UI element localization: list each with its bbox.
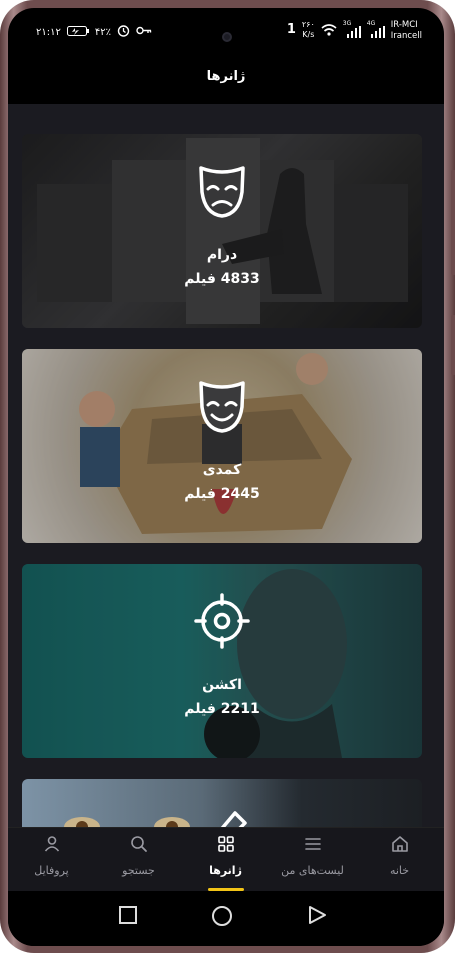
nav-label: پروفایل bbox=[34, 864, 69, 877]
genre-card-comedy[interactable]: کمدی 2445 فیلم bbox=[22, 349, 422, 543]
battery-percent: ۴۲٪ bbox=[94, 26, 111, 38]
nav-item-home[interactable]: خانه bbox=[356, 828, 443, 892]
genre-count: 4833 فیلم bbox=[184, 271, 260, 287]
net-speed-value: ۲۶۰ bbox=[301, 20, 315, 29]
genre-name: کمدی bbox=[202, 462, 242, 478]
genre-card-thriller[interactable] bbox=[22, 779, 422, 827]
bottom-navigation: پروفایل جستجو ژانرها لیست‌های من خانه bbox=[8, 827, 444, 891]
home-icon bbox=[391, 836, 408, 852]
signal-icon-2: 4G bbox=[367, 20, 385, 40]
nav-label: ژانرها bbox=[209, 864, 242, 877]
crosshair-icon bbox=[194, 593, 250, 649]
wifi-icon bbox=[321, 20, 337, 40]
alarm-icon bbox=[117, 24, 130, 40]
home-button-icon[interactable] bbox=[211, 905, 233, 927]
happy-mask-icon bbox=[199, 381, 245, 433]
volume-button bbox=[451, 170, 455, 275]
carrier-1: IR-MCI bbox=[390, 20, 418, 30]
nav-item-genres[interactable]: ژانرها bbox=[182, 828, 269, 892]
genre-name: اکشن bbox=[202, 677, 242, 693]
vibrate-icon: 1 bbox=[286, 22, 296, 37]
net-speed-unit: K/s bbox=[302, 30, 315, 39]
signal-icon: 3G bbox=[343, 20, 361, 40]
front-camera bbox=[222, 32, 232, 42]
genre-card-action[interactable]: اکشن 2211 فیلم bbox=[22, 564, 422, 758]
genre-count: 2211 فیلم bbox=[184, 701, 260, 717]
back-icon[interactable] bbox=[307, 905, 327, 925]
battery-icon bbox=[66, 25, 89, 39]
key-icon bbox=[136, 26, 152, 38]
carrier-2: Irancell bbox=[390, 31, 422, 41]
nav-label: لیست‌های من bbox=[281, 864, 344, 877]
genre-count: 2445 فیلم bbox=[184, 486, 260, 502]
sad-mask-icon bbox=[199, 166, 245, 218]
user-icon bbox=[44, 836, 59, 852]
power-button bbox=[451, 315, 455, 375]
genre-name: درام bbox=[206, 247, 238, 263]
status-bar: ۲۱:۱۲ ۴۲٪ 1 ۲۶۰ K/s 3G 4G IR-MCI Irancel… bbox=[8, 8, 444, 58]
nav-item-profile[interactable]: پروفایل bbox=[8, 828, 95, 892]
nav-label: جستجو bbox=[122, 864, 155, 877]
status-time: ۲۱:۱۲ bbox=[36, 26, 61, 38]
knife-icon bbox=[220, 811, 247, 827]
nav-item-search[interactable]: جستجو bbox=[95, 828, 182, 892]
nav-label: خانه bbox=[389, 864, 410, 877]
grid-icon bbox=[217, 836, 234, 852]
phone-frame: ۲۱:۱۲ ۴۲٪ 1 ۲۶۰ K/s 3G 4G IR-MCI Irancel… bbox=[0, 0, 455, 953]
list-icon bbox=[304, 838, 321, 850]
genre-card-drama[interactable]: درام 4833 فیلم bbox=[22, 134, 422, 328]
page-title: ژانرها bbox=[206, 69, 246, 84]
app-bar: ژانرها bbox=[8, 58, 444, 104]
recent-apps-icon[interactable] bbox=[118, 905, 138, 925]
nav-item-my-lists[interactable]: لیست‌های من bbox=[269, 828, 356, 892]
screen: ۲۱:۱۲ ۴۲٪ 1 ۲۶۰ K/s 3G 4G IR-MCI Irancel… bbox=[8, 8, 444, 946]
genre-list[interactable]: درام 4833 فیلم کمدی 2445 فیلم اکشن 2211 … bbox=[8, 104, 444, 827]
search-icon bbox=[130, 836, 147, 852]
system-navigation-bar bbox=[8, 891, 444, 946]
